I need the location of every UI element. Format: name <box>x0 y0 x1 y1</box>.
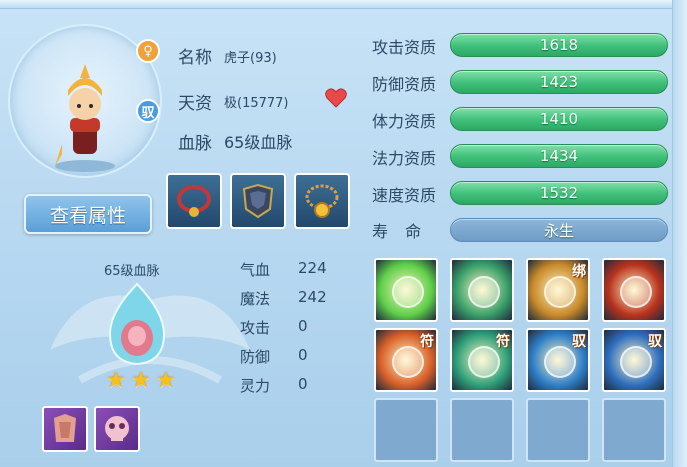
star-icon: ★ <box>106 368 126 393</box>
skill-slot[interactable] <box>374 258 438 322</box>
star-icon: ★ <box>156 368 176 393</box>
skill-slot[interactable]: 符 <box>374 328 438 392</box>
lightning-slash-icon <box>468 276 500 308</box>
stat-value: 242 <box>298 288 327 306</box>
item-slot-2[interactable] <box>94 406 140 452</box>
aptitude-bar: 1532 <box>450 181 668 205</box>
armor-icon <box>242 183 274 219</box>
stat-label: 气血 <box>240 261 271 279</box>
window-right-frame <box>672 0 687 467</box>
stat-value: 0 <box>298 346 308 364</box>
empty-skill-slot[interactable] <box>450 398 514 462</box>
skill-slot[interactable]: 驭 <box>526 328 590 392</box>
bloodline-label: 血脉 <box>178 134 212 154</box>
life-label: 寿 命 <box>372 222 428 241</box>
skill-tag-badge: 绑 <box>572 264 586 280</box>
amulet-icon <box>305 184 339 218</box>
skill-tag-badge: 符 <box>420 334 434 350</box>
equip-slot-necklace[interactable] <box>166 173 222 229</box>
name-label: 名称 <box>178 48 212 68</box>
aptitude-label: 防御资质 <box>372 75 437 94</box>
skill-tag-badge: 符 <box>496 334 510 350</box>
skill-slot[interactable] <box>602 258 666 322</box>
stat-label: 防御 <box>240 348 271 366</box>
aptitude-label: 速度资质 <box>372 186 437 205</box>
aptitude-label: 攻击资质 <box>372 38 437 57</box>
empty-skill-slot[interactable] <box>602 398 666 462</box>
aptitude-bar: 1618 <box>450 33 668 57</box>
body-armor-icon <box>54 414 76 442</box>
empty-skill-slot[interactable] <box>526 398 590 462</box>
talent-label: 天资 <box>178 94 212 114</box>
life-bar: 永生 <box>450 218 668 242</box>
heart-icon[interactable] <box>325 88 347 108</box>
name-value: 虎子(93) <box>224 51 277 66</box>
stat-value: 0 <box>298 317 308 335</box>
aptitude-bar: 1423 <box>450 70 668 94</box>
necklace-icon <box>177 185 211 217</box>
aptitude-label: 体力资质 <box>372 112 437 131</box>
aptitude-label: 法力资质 <box>372 149 437 168</box>
item-slot-1[interactable] <box>42 406 88 452</box>
tame-badge: 驭 <box>136 99 160 123</box>
stat-label: 灵力 <box>240 377 271 395</box>
skill-slot[interactable]: 驭 <box>602 328 666 392</box>
aptitude-bar: 1434 <box>450 144 668 168</box>
bloodline-gem-icon[interactable] <box>102 282 172 366</box>
heart-shield-icon <box>392 276 424 308</box>
bloodline-value: 65级血脉 <box>224 133 293 152</box>
empty-skill-slot[interactable] <box>374 398 438 462</box>
demon-icon <box>620 276 652 308</box>
stat-value: 224 <box>298 259 327 277</box>
star-icon: ★ <box>131 368 151 393</box>
skill-tag-badge: 驭 <box>648 334 662 350</box>
skill-slot[interactable]: 绑 <box>526 258 590 322</box>
gender-icon: ♀ <box>136 39 160 63</box>
talent-value: 极(15777) <box>224 96 289 111</box>
stat-value: 0 <box>298 375 308 393</box>
equip-slot-armor[interactable] <box>230 173 286 229</box>
skill-slot[interactable] <box>450 258 514 322</box>
aptitude-bar: 1410 <box>450 107 668 131</box>
equip-slot-amulet[interactable] <box>294 173 350 229</box>
skull-item-icon <box>105 416 129 441</box>
skill-slot[interactable]: 符 <box>450 328 514 392</box>
stat-label: 攻击 <box>240 319 271 337</box>
skill-tag-badge: 驭 <box>572 334 586 350</box>
stat-label: 魔法 <box>240 290 271 308</box>
window-top-frame <box>0 0 687 9</box>
bloodline-panel-title: 65级血脉 <box>104 264 160 279</box>
view-attributes-button[interactable]: 查看属性 <box>24 194 152 234</box>
